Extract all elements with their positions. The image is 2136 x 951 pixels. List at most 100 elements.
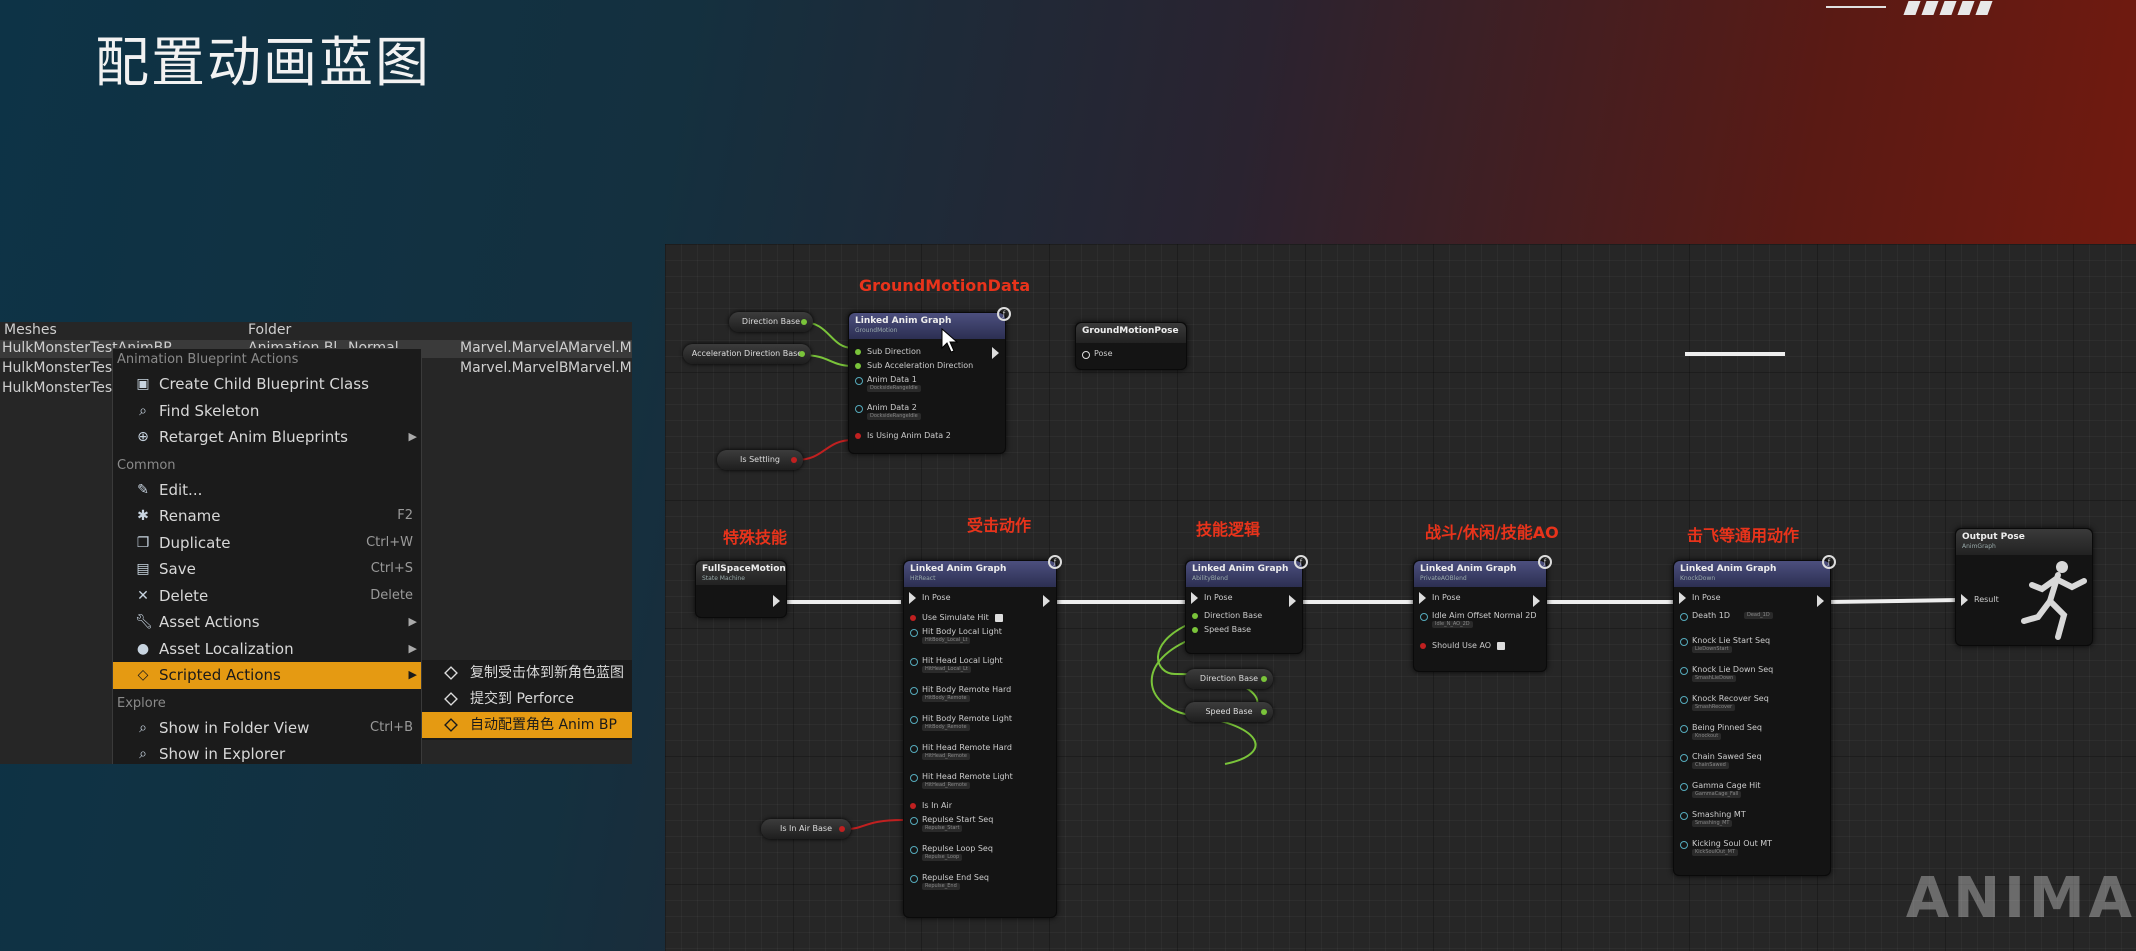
pin-value[interactable]: Repulse_End	[922, 883, 960, 890]
pin-dot[interactable]	[1082, 351, 1090, 359]
pin-anim-data-1[interactable]: Anim Data 1 DocksideRangeIdle	[849, 373, 1005, 401]
pin-value[interactable]: HitHead_Remote	[922, 753, 970, 760]
pin-value[interactable]: DocksideRangeIdle	[867, 413, 921, 420]
node-ground-motion[interactable]: Linked Anim Graph GroundMotion ƒ Sub Dir…	[848, 307, 1011, 454]
pin-dot[interactable]	[1261, 676, 1267, 682]
pin-value[interactable]: LieDownStart	[1692, 646, 1732, 653]
menu-save[interactable]: ▤ Save Ctrl+S	[113, 556, 421, 583]
pin-knock-lie-start[interactable]: Knock Lie Start Seq LieDownStart	[1674, 634, 1830, 663]
pin-dot[interactable]	[1191, 592, 1198, 604]
pin-dot[interactable]	[1680, 638, 1688, 646]
pin-dot[interactable]	[910, 716, 918, 724]
pin-dot[interactable]	[855, 363, 861, 369]
node-knock-down[interactable]: Linked Anim Graph KnockDown ƒ In Pose De…	[1673, 555, 1836, 876]
pin-value[interactable]: Repulse_Loop	[922, 854, 963, 861]
node-ground-motion-pose[interactable]: GroundMotionPose Pose	[1075, 322, 1187, 370]
pin-dot[interactable]	[1680, 613, 1688, 621]
pin-dot[interactable]	[855, 377, 863, 385]
menu-asset-localization[interactable]: ● Asset Localization ▶	[113, 636, 421, 663]
pin-dot[interactable]	[1261, 709, 1267, 715]
pin-dot[interactable]	[855, 349, 861, 355]
pin-value[interactable]: HitHead_Remote	[922, 782, 970, 789]
pin-use-simulate-hit[interactable]: Use Simulate Hit	[904, 611, 1056, 625]
pin-hit-body-local-light[interactable]: Hit Body Local Light HitBody_Local_Lt	[904, 625, 1056, 654]
pin-dot[interactable]	[910, 817, 918, 825]
pin-knock-recover[interactable]: Knock Recover Seq SmashRecover	[1674, 692, 1830, 721]
submenu-auto-config-anim-bp[interactable]: 自动配置角色 Anim BP	[422, 712, 632, 738]
pin-dot[interactable]	[1680, 696, 1688, 704]
submenu-submit-perforce[interactable]: 提交到 Perforce	[422, 686, 632, 712]
menu-scripted-actions[interactable]: ◇ Scripted Actions ▶	[113, 662, 421, 689]
pin-repulse-start[interactable]: Repulse Start Seq Repulse_Start	[904, 813, 1056, 842]
var-direction-base-2[interactable]: Direction Base	[1185, 669, 1273, 689]
pin-dot[interactable]	[791, 457, 797, 463]
pin-hit-body-remote-hard[interactable]: Hit Body Remote Hard HitBody_Remote	[904, 683, 1056, 712]
pin-using-anim-data-2[interactable]: Is Using Anim Data 2	[849, 429, 1005, 443]
pin-in-pose[interactable]: In Pose	[1186, 591, 1302, 605]
anim-graph-canvas[interactable]: GroundMotionData 特殊技能 受击动作 技能逻辑 战斗/休闲/技能…	[665, 244, 2136, 951]
pose-out-pin[interactable]	[1533, 595, 1540, 607]
pin-value[interactable]: SmashLieDown	[1692, 675, 1737, 682]
var-is-in-air[interactable]: Is In Air Base	[761, 819, 851, 839]
pin-dot[interactable]	[839, 826, 845, 832]
pose-out-pin[interactable]	[992, 347, 999, 359]
node-ability-blend[interactable]: Linked Anim Graph AbilityBlend ƒ In Pose…	[1185, 555, 1308, 654]
pin-sub-acceleration[interactable]: Sub Acceleration Direction	[849, 359, 1005, 373]
pin-dot[interactable]	[801, 319, 807, 325]
pin-dot[interactable]	[910, 803, 916, 809]
pin-dot[interactable]	[910, 629, 918, 637]
pin-value[interactable]: HitBody_Remote	[922, 695, 970, 702]
menu-edit[interactable]: ✎ Edit...	[113, 477, 421, 504]
menu-delete[interactable]: ✕ Delete Delete	[113, 583, 421, 610]
pin-speed-base[interactable]: Speed Base	[1186, 623, 1302, 637]
pin-dot[interactable]	[1420, 643, 1426, 649]
pin-dot[interactable]	[1192, 627, 1198, 633]
pin-value[interactable]: Idle_N_AO_2D	[1432, 621, 1473, 628]
pin-dot[interactable]	[1680, 783, 1688, 791]
pin-dot[interactable]	[910, 745, 918, 753]
pin-value[interactable]: KickSoulOut_MT	[1692, 849, 1739, 856]
pin-value[interactable]: Repulse_Start	[922, 825, 963, 832]
pin-dot[interactable]	[1680, 725, 1688, 733]
submenu-copy-hit-body[interactable]: 复制受击体到新角色蓝图	[422, 660, 632, 686]
pin-value[interactable]: HitHead_Local_Lt	[922, 666, 971, 673]
pin-value[interactable]: ChainSawed	[1692, 762, 1729, 769]
pin-hit-body-remote-light[interactable]: Hit Body Remote Light HitBody_Remote	[904, 712, 1056, 741]
pin-being-pinned[interactable]: Being Pinned Seq Knockout	[1674, 721, 1830, 750]
node-private-ao-blend[interactable]: Linked Anim Graph PrivateAOBlend ƒ In Po…	[1413, 555, 1552, 672]
pin-dot[interactable]	[910, 875, 918, 883]
pin-dot[interactable]	[1419, 592, 1426, 604]
pin-repulse-end[interactable]: Repulse End Seq Repulse_End	[904, 871, 1056, 900]
var-acceleration-direction[interactable]: Acceleration Direction Base	[683, 344, 811, 364]
checkbox[interactable]	[1497, 641, 1506, 650]
node-full-space-motion[interactable]: FullSpaceMotion State Machine	[695, 560, 787, 618]
pin-knock-lie-down[interactable]: Knock Lie Down Seq SmashLieDown	[1674, 663, 1830, 692]
pin-value[interactable]: Knockout	[1692, 733, 1722, 740]
pin-dot[interactable]	[799, 351, 805, 357]
var-direction-base[interactable]: Direction Base	[729, 312, 813, 332]
pin-value[interactable]: Dead_1D	[1744, 612, 1773, 619]
pin-value[interactable]: HitBody_Remote	[922, 724, 970, 731]
pin-pose[interactable]: Pose	[1076, 347, 1186, 361]
var-is-settling[interactable]: Is Settling	[717, 450, 803, 470]
pin-dot[interactable]	[910, 615, 916, 621]
pin-smashing-mt[interactable]: Smashing MT Smashing_MT	[1674, 808, 1830, 837]
pin-hit-head-remote-light[interactable]: Hit Head Remote Light HitHead_Remote	[904, 770, 1056, 799]
pin-dot[interactable]	[1961, 594, 1968, 606]
pin-dot[interactable]	[910, 846, 918, 854]
pin-dot[interactable]	[1420, 613, 1428, 621]
pin-dot[interactable]	[1680, 841, 1688, 849]
pin-dot[interactable]	[1680, 667, 1688, 675]
pin-value[interactable]: GammaCage_Fall	[1692, 791, 1742, 798]
pin-dot[interactable]	[1192, 613, 1198, 619]
pin-dot[interactable]	[1680, 812, 1688, 820]
pin-in-pose[interactable]: In Pose	[1674, 591, 1830, 605]
pin-dot[interactable]	[910, 687, 918, 695]
pin-dot[interactable]	[855, 433, 861, 439]
pin-dot[interactable]	[1679, 592, 1686, 604]
pin-chain-sawed[interactable]: Chain Sawed Seq ChainSawed	[1674, 750, 1830, 779]
checkbox[interactable]	[994, 613, 1003, 622]
pin-value[interactable]: Smashing_MT	[1692, 820, 1733, 827]
pose-out-pin[interactable]	[1043, 595, 1050, 607]
menu-find-skeleton[interactable]: ⌕ Find Skeleton	[113, 398, 421, 425]
